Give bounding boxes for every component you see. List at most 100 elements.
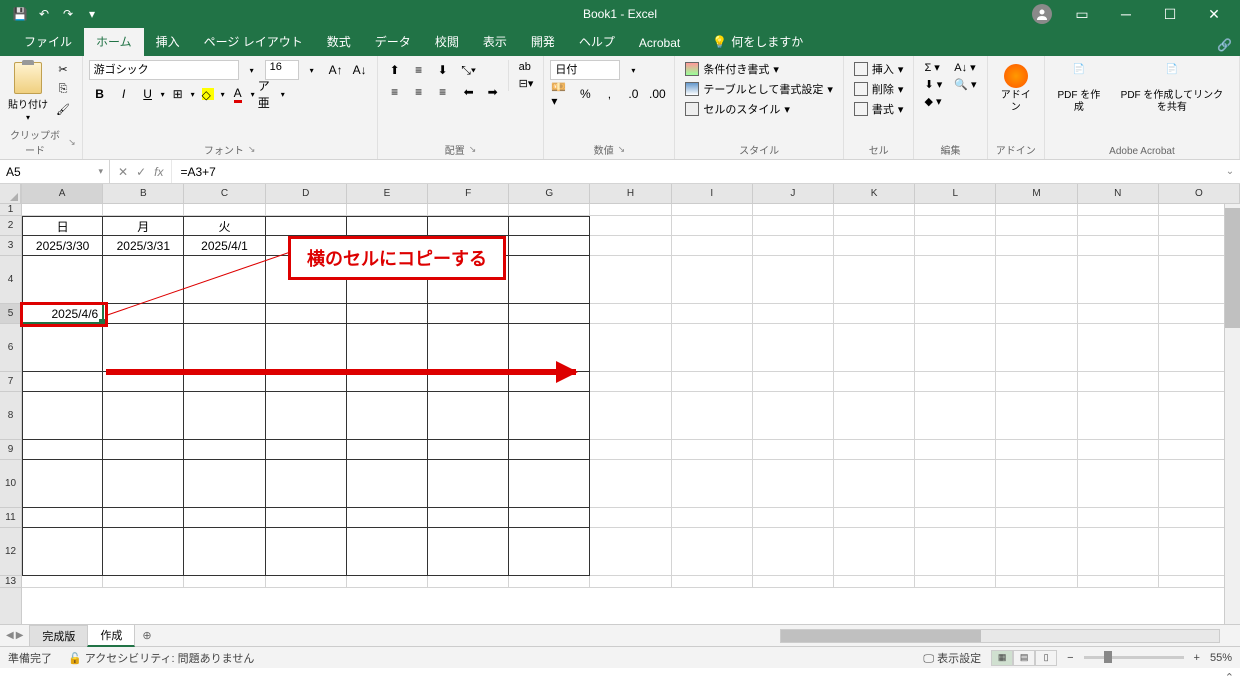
chevron-down-icon[interactable]: ▾ [301,60,323,80]
tab-formulas[interactable]: 数式 [315,27,363,56]
addin-button[interactable]: アドイン [994,60,1038,118]
decrease-font-icon[interactable]: A↓ [349,60,371,80]
chevron-down-icon[interactable]: ▾ [191,90,195,99]
cell[interactable]: 2025/3/31 [103,236,184,256]
vertical-scrollbar[interactable] [1224,204,1240,624]
cell[interactable] [266,460,347,508]
row-header[interactable]: 4 [0,256,21,304]
cell[interactable] [590,372,671,392]
cell[interactable] [509,392,590,440]
row-header[interactable]: 12 [0,528,21,576]
cell[interactable] [590,576,671,588]
cell[interactable] [266,392,347,440]
cell[interactable] [509,508,590,528]
clear-button[interactable]: ◆ ▾ [920,94,946,109]
enter-formula-icon[interactable]: ✓ [136,165,146,179]
chevron-down-icon[interactable]: ▾ [281,90,285,99]
col-header[interactable]: E [347,184,428,203]
cell[interactable] [996,236,1077,256]
align-right-icon[interactable]: ≡ [432,82,454,102]
cell[interactable] [915,256,996,304]
wrap-text-button[interactable]: ab [515,60,538,74]
row-header[interactable]: 13 [0,576,21,588]
cell[interactable] [184,576,265,588]
cell[interactable]: 2025/4/1 [184,236,265,256]
row-header[interactable]: 8 [0,392,21,440]
cell[interactable] [509,576,590,588]
cell[interactable] [672,204,753,216]
cell[interactable] [753,528,834,576]
cell[interactable] [428,304,509,324]
cell[interactable] [22,324,103,372]
cell[interactable] [22,204,103,216]
cell[interactable] [266,576,347,588]
cell[interactable] [915,576,996,588]
cell[interactable] [1078,216,1159,236]
cell[interactable] [672,324,753,372]
cell[interactable] [428,576,509,588]
cell[interactable] [347,508,428,528]
ribbon-display-icon[interactable]: ▭ [1068,4,1096,24]
tab-acrobat[interactable]: Acrobat [627,30,692,56]
chevron-down-icon[interactable]: ▾ [98,166,103,177]
align-middle-icon[interactable]: ≡ [408,60,430,80]
cell[interactable] [996,508,1077,528]
font-name-select[interactable]: 游ゴシック [89,60,239,80]
cell[interactable] [915,440,996,460]
col-header[interactable]: G [509,184,590,203]
tab-home[interactable]: ホーム [84,27,144,56]
cell[interactable] [834,460,915,508]
insert-function-icon[interactable]: fx [154,165,163,179]
zoom-level[interactable]: 55% [1210,652,1232,664]
dialog-launcher-icon[interactable]: ↘ [248,144,256,155]
save-icon[interactable]: 💾 [12,6,28,22]
cell[interactable] [915,236,996,256]
zoom-slider[interactable] [1084,656,1184,659]
autosum-button[interactable]: Σ ▾ [920,60,946,75]
col-header[interactable]: M [996,184,1077,203]
row-header[interactable]: 1 [0,204,21,216]
cell[interactable] [509,204,590,216]
cell[interactable] [1078,528,1159,576]
row-header[interactable]: 11 [0,508,21,528]
cell[interactable] [509,324,590,372]
cell[interactable]: 月 [103,216,184,236]
cell[interactable] [915,460,996,508]
merge-center-button[interactable]: ⊟▾ [515,76,538,91]
cell[interactable] [509,440,590,460]
cell[interactable] [996,460,1077,508]
cell[interactable]: 火 [184,216,265,236]
zoom-in-button[interactable]: + [1194,652,1200,664]
cell[interactable]: 2025/4/6 [22,304,103,324]
format-painter-icon[interactable]: 🖌 [54,100,72,118]
name-box-input[interactable] [6,165,66,179]
cell[interactable] [103,372,184,392]
cell[interactable] [22,392,103,440]
cell[interactable]: 日 [22,216,103,236]
cell[interactable] [266,216,347,236]
cell[interactable] [753,372,834,392]
cell[interactable] [184,304,265,324]
page-layout-view-button[interactable]: ▤ [1013,650,1035,666]
cell[interactable] [347,304,428,324]
cell[interactable] [509,372,590,392]
cell[interactable] [428,204,509,216]
fill-button[interactable]: ⬇ ▾ [920,77,946,92]
row-header[interactable]: 2 [0,216,21,236]
cell[interactable] [996,440,1077,460]
delete-cells-button[interactable]: 削除 ▾ [850,80,908,98]
select-all-corner[interactable] [0,184,21,204]
normal-view-button[interactable]: ▦ [991,650,1013,666]
tab-insert[interactable]: 挿入 [144,27,192,56]
col-header[interactable]: N [1078,184,1159,203]
cell[interactable] [834,216,915,236]
cell[interactable] [753,216,834,236]
increase-decimal-icon[interactable]: .0 [622,84,644,104]
col-header[interactable]: O [1159,184,1240,203]
cell[interactable] [672,304,753,324]
cell[interactable] [266,528,347,576]
row-header[interactable]: 6 [0,324,21,372]
phonetic-icon[interactable]: ア亜 [257,84,279,104]
zoom-slider-thumb[interactable] [1104,651,1112,663]
cell[interactable] [1078,324,1159,372]
